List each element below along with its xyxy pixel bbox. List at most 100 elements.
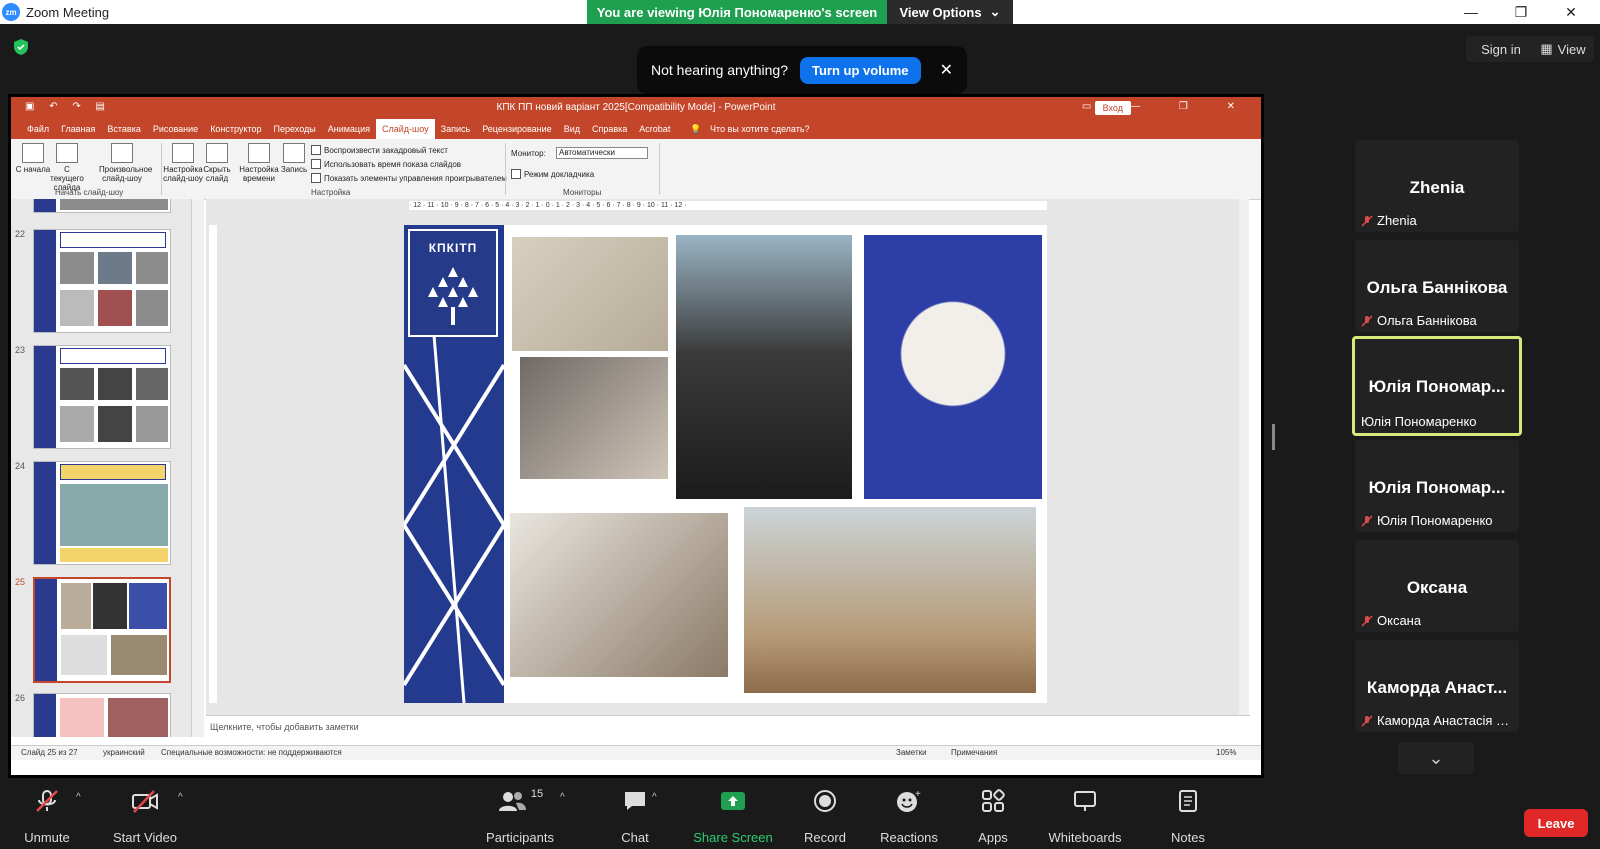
tab-animations[interactable]: Анимация [322,124,376,134]
tab-acrobat[interactable]: Acrobat [633,124,676,134]
slide-thumbnail[interactable] [33,461,171,565]
rehearse-button[interactable]: Настройка времени [239,143,279,183]
reactions-label: Reactions [880,830,938,845]
slide-number: 24 [15,461,26,471]
record-button[interactable]: Record [780,784,870,849]
slide-thumbnail-pane: 22 23 24 25 26 [11,199,192,737]
minimize-icon[interactable]: — [1447,0,1495,24]
notes-icon [1179,790,1197,812]
participant-tile[interactable]: Ольга Баннікова Ольга Баннікова [1355,240,1519,332]
hide-slide-button[interactable]: Скрыть слайд [201,143,233,183]
thumbnail-scrollbar[interactable] [192,199,204,737]
powerpoint-title-bar: ▣ ↶ ↷ ▤ КПК ПП новий варіант 2025[Compat… [11,97,1261,119]
tab-view[interactable]: Вид [558,124,586,134]
participant-name: Оксана [1377,613,1422,628]
participant-tile-active-speaker[interactable]: Юлія Пономар... Юлія Пономаренко [1352,336,1522,436]
slide-thumbnail[interactable] [33,199,171,213]
more-participants-button[interactable]: ⌄ [1398,742,1474,774]
window-controls[interactable]: ▭ — ❐ ✕ [1082,101,1253,112]
monitor-select[interactable]: Автоматически [556,147,648,159]
slide-thumbnail[interactable] [33,693,171,737]
tab-home[interactable]: Главная [55,124,101,134]
chat-options-caret[interactable]: ^ [652,792,657,803]
timings-checkbox[interactable]: Использовать время показа слайдов [311,159,461,169]
tab-record[interactable]: Запись [435,124,477,134]
group-start-label: Начать слайд-шоу [55,188,124,197]
shield-icon[interactable] [12,38,30,56]
record-icon [814,790,836,812]
participant-tile[interactable]: Юлія Пономар... Юлія Пономаренко [1355,440,1519,532]
chat-label: Chat [621,830,649,845]
photo-mug-husky [744,507,1036,693]
ribbon-separator [161,143,162,195]
whiteboards-label: Whiteboards [1048,830,1122,845]
window-title: Zoom Meeting [26,5,110,20]
tab-insert[interactable]: Вставка [101,124,146,134]
participant-display-name: Каморда Анаст... [1366,678,1508,697]
custom-show-icon [111,143,133,163]
sign-in-button[interactable]: Sign in [1466,36,1536,62]
shared-screen: ▣ ↶ ↷ ▤ КПК ПП новий варіант 2025[Compat… [8,94,1264,778]
from-current-button[interactable]: С текущего слайда [49,143,85,192]
tab-transitions[interactable]: Переходы [268,124,322,134]
timer-icon [248,143,270,163]
custom-show-button[interactable]: Произвольное слайд-шоу [99,143,152,183]
tree-logo-icon [428,267,478,325]
record-slide-button[interactable]: Запись [279,143,309,174]
slide-thumbnail-selected[interactable] [33,577,171,683]
participant-tile[interactable]: Каморда Анаст... Каморда Анастасія Се... [1355,640,1519,732]
from-start-button[interactable]: С начала [15,143,51,174]
leave-button[interactable]: Leave [1524,809,1588,837]
tell-me-search[interactable]: 💡 Что вы хотите сделать? [684,124,821,135]
notes-button[interactable]: Notes [1143,784,1233,849]
participants-options-caret[interactable]: ^ [560,792,565,803]
video-options-caret[interactable]: ^ [178,792,183,803]
record-label: Record [804,830,846,845]
panel-resize-handle[interactable] [1272,424,1275,450]
audio-options-caret[interactable]: ^ [76,792,81,803]
tab-draw[interactable]: Рисование [147,124,204,134]
tab-review[interactable]: Рецензирование [476,124,558,134]
tab-slideshow[interactable]: Слайд-шоу [375,119,435,139]
slide-blue-stripe: КПКІТП [404,225,504,703]
media-controls-checkbox[interactable]: Показать элементы управления проигрывате… [311,173,507,183]
notes-toggle[interactable]: Заметки [896,748,927,757]
tab-file[interactable]: Файл [21,124,55,134]
comments-toggle[interactable]: Примечания [951,748,997,757]
zoom-level[interactable]: 105% [1216,748,1236,757]
whiteboards-button[interactable]: Whiteboards [1040,784,1130,849]
share-screen-button[interactable]: Share Screen [688,784,778,849]
tab-help[interactable]: Справка [586,124,633,134]
view-button[interactable]: ▦ View [1532,36,1594,62]
view-options-button[interactable]: View Options ⌄ [887,0,1013,24]
participant-tile[interactable]: Zhenia Zhenia [1355,140,1519,232]
presenter-view-checkbox[interactable]: Режим докладчика [511,169,594,179]
start-video-button[interactable]: Start Video [100,784,190,849]
notes-label: Notes [1171,830,1205,845]
media-controls-label: Показать элементы управления проигрывате… [324,173,507,183]
photo-mugs-bag [510,513,728,677]
participants-button[interactable]: 15 Participants [475,784,565,849]
mic-muted-icon [1361,515,1373,527]
svg-text:+: + [915,789,921,800]
slide-canvas[interactable]: КПКІТП [404,225,1047,703]
slide-thumbnail[interactable] [33,345,171,449]
notes-pane[interactable]: Щелкните, чтобы добавить заметки [206,715,1250,738]
apps-button[interactable]: Apps [948,784,1038,849]
participant-tile[interactable]: Оксана Оксана [1355,540,1519,632]
ribbon-separator [505,143,506,195]
editor-scrollbar[interactable] [1239,199,1249,715]
restore-icon[interactable]: ❐ [1497,0,1545,24]
photo-keychains [520,357,668,479]
setup-show-button[interactable]: Настройка слайд-шоу [163,143,203,183]
tab-design[interactable]: Конструктор [204,124,267,134]
close-icon[interactable]: ✕ [940,60,953,80]
turn-up-volume-button[interactable]: Turn up volume [800,56,921,84]
chat-button[interactable]: Chat [590,784,680,849]
reactions-button[interactable]: + Reactions [864,784,954,849]
slide-thumbnail[interactable] [33,229,171,333]
narration-checkbox[interactable]: Воспроизвести закадровый текст [311,145,448,155]
accessibility-status[interactable]: Специальные возможности: не поддерживают… [161,748,342,757]
close-icon[interactable]: ✕ [1547,0,1595,24]
photo-tote-bags [512,237,668,351]
